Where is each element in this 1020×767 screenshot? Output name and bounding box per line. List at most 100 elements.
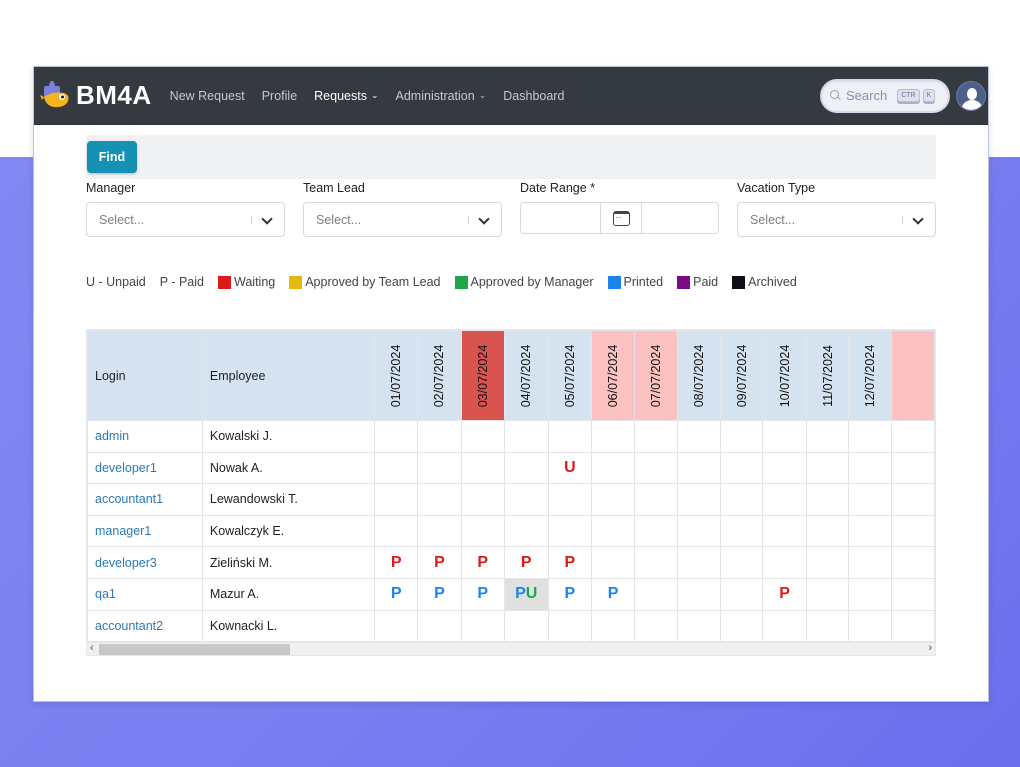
nav-administration-label: Administration <box>395 88 475 103</box>
login-link[interactable]: developer1 <box>87 451 203 485</box>
login-link[interactable]: qa1 <box>87 577 203 611</box>
day-cell[interactable]: P <box>547 577 593 611</box>
day-cell[interactable]: P <box>460 577 505 611</box>
day-cell <box>590 483 636 516</box>
vacation-mark: P <box>564 553 576 571</box>
day-cell <box>891 451 935 485</box>
table-header-row: Login Employee 01/07/2024 02/07/2024 03/07… <box>87 330 935 421</box>
day-cell <box>762 514 807 548</box>
scroll-right-icon[interactable]: › <box>928 642 932 654</box>
employee-name: Kowalski J. <box>201 420 376 453</box>
login-link[interactable]: admin <box>87 420 203 453</box>
table-row: developer1 Nowak A. U <box>87 451 935 485</box>
legend-unpaid: U - Unpaid <box>86 275 146 289</box>
day-cell[interactable]: PU <box>503 577 549 611</box>
day-cell <box>503 483 549 516</box>
user-avatar-icon[interactable] <box>956 80 986 111</box>
header-date: 09/07/2024 <box>719 330 764 421</box>
legend-item: Archived <box>732 275 797 289</box>
day-cell <box>719 451 764 485</box>
filter-date-range: Date Range * <box>520 181 719 237</box>
day-cell[interactable]: P <box>590 577 636 611</box>
header-employee[interactable]: Employee <box>201 330 376 421</box>
header-date: 10/07/2024 <box>762 330 807 421</box>
scroll-left-icon[interactable]: ‹ <box>90 642 94 654</box>
calendar-button[interactable] <box>600 203 642 233</box>
day-cell <box>848 514 893 548</box>
team-lead-select[interactable]: Select... <box>303 202 502 237</box>
filters-row: Manager Select... Team Lead Select... Da… <box>86 181 936 237</box>
manager-select[interactable]: Select... <box>86 202 285 237</box>
header-date <box>891 330 935 421</box>
vacation-mark: P <box>434 585 445 603</box>
header-date-label: 09/07/2024 <box>734 344 749 407</box>
search-label: Search <box>846 88 888 103</box>
avatar-shoulders <box>962 99 982 110</box>
day-cell <box>634 420 678 453</box>
day-cell[interactable]: P <box>503 546 549 579</box>
horizontal-scrollbar[interactable]: ‹ › <box>86 642 936 657</box>
employee-name: Mazur A. <box>201 577 376 611</box>
table-row: manager1 Kowalczyk E. <box>87 514 935 548</box>
nav-dashboard[interactable]: Dashboard <box>503 89 564 103</box>
nav-right: Search CTR K <box>820 78 986 113</box>
date-end-input[interactable] <box>642 203 718 233</box>
brand-name: BM4A <box>76 80 152 110</box>
day-cell <box>417 451 462 485</box>
legend-item: Paid <box>677 275 718 289</box>
day-cell <box>417 514 462 548</box>
day-cell[interactable]: P <box>762 577 807 611</box>
login-link[interactable]: accountant1 <box>87 483 203 516</box>
date-start-input[interactable] <box>521 203 600 233</box>
app-window: BM4A New Request Profile Requests ⌄ Admin… <box>33 66 989 702</box>
scrollbar-thumb[interactable] <box>99 644 290 656</box>
table-row: developer3 Zieliński M. P P P P P <box>87 546 935 579</box>
puzzle-bird-logo-icon <box>38 79 72 113</box>
day-cell <box>634 577 678 611</box>
nav-profile[interactable]: Profile <box>262 89 297 103</box>
header-login[interactable]: Login <box>87 330 203 421</box>
login-link[interactable]: accountant2 <box>87 609 203 643</box>
vacation-mark: P <box>390 585 402 603</box>
day-cell <box>676 420 721 453</box>
vacation-type-select[interactable]: Select... <box>737 202 936 237</box>
header-date: 04/07/2024 <box>503 330 549 421</box>
chevron-down-icon: ⌄ <box>370 90 379 100</box>
day-cell[interactable]: P <box>417 577 462 611</box>
nav-dashboard-label: Dashboard <box>503 88 565 103</box>
search-button[interactable]: Search CTR K <box>820 78 950 113</box>
day-cell[interactable]: P <box>417 546 462 579</box>
day-cell <box>805 546 850 579</box>
vacation-mark: P <box>564 585 576 603</box>
employee-name: Kownacki L. <box>201 609 376 643</box>
nav-requests-label: Requests <box>314 88 367 103</box>
day-cell <box>762 546 807 579</box>
header-date-label: 06/07/2024 <box>606 344 621 407</box>
day-cell <box>762 483 807 516</box>
legend-swatch <box>454 275 468 289</box>
nav-requests[interactable]: Requests ⌄ <box>314 89 378 103</box>
nav-administration[interactable]: Administration ⌄ <box>396 89 487 103</box>
day-cell[interactable]: P <box>374 546 419 579</box>
brand[interactable]: BM4A <box>38 79 152 113</box>
day-cell[interactable]: P <box>460 546 505 579</box>
legend-paid: P - Paid <box>159 275 204 289</box>
day-cell[interactable]: P <box>547 546 593 579</box>
day-cell <box>848 577 893 611</box>
vacation-mark: P <box>779 585 790 603</box>
login-link[interactable]: developer3 <box>87 546 203 579</box>
login-link[interactable]: manager1 <box>87 514 203 548</box>
find-button[interactable]: Find <box>87 141 137 173</box>
select-separator <box>902 215 903 224</box>
day-cell <box>460 609 505 643</box>
nav-new-request[interactable]: New Request <box>170 89 245 103</box>
day-cell[interactable]: U <box>547 451 593 485</box>
legend-swatch <box>677 275 691 289</box>
day-cell <box>460 483 505 516</box>
day-cell <box>503 451 549 485</box>
table-row: accountant2 Kownacki L. <box>87 609 935 643</box>
day-cell[interactable]: P <box>374 577 419 611</box>
day-cell <box>848 483 893 516</box>
legend-label: Waiting <box>234 275 276 289</box>
day-cell <box>805 609 850 643</box>
